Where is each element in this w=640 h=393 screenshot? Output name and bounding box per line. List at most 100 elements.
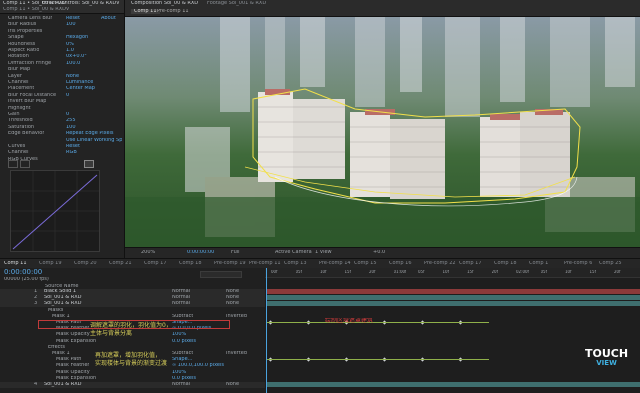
effect-property-value[interactable]: 255	[66, 118, 76, 123]
effect-property-row[interactable]: Layer None	[0, 74, 124, 80]
effect-property-value[interactable]: Use Linear Working Sp	[66, 138, 122, 143]
layer-mode[interactable]: Normal	[172, 301, 190, 306]
timeline-tab[interactable]: Comp 21	[109, 261, 132, 266]
timeline-timecode[interactable]: 0:00:00:00	[4, 269, 42, 276]
property-row[interactable]: Mask Expansion 0.0 pixels	[0, 339, 265, 345]
layer-name[interactable]: Masks	[48, 308, 63, 313]
timeline-tab[interactable]: Comp 15	[354, 261, 377, 266]
timeline-tab[interactable]: Comp 13	[284, 261, 307, 266]
effect-property-row[interactable]: Highlight	[0, 106, 124, 112]
layer-row[interactable]: 4 Sol_001 & RXD Normal None	[0, 382, 265, 388]
layer-name[interactable]: Mask Expansion	[56, 339, 96, 344]
layer-row[interactable]: 2 Sol_001 & RXD Normal None	[0, 295, 265, 302]
property-row[interactable]: Masks	[0, 308, 265, 314]
timeline-tab[interactable]: Comp 19	[39, 261, 62, 266]
curves-graph[interactable]	[10, 170, 100, 252]
timeline-tab[interactable]: Comp 1	[529, 261, 548, 266]
timeline-tab[interactable]: Comp 16	[389, 261, 412, 266]
effect-property-value[interactable]: Luminance	[66, 80, 93, 85]
timeline-tab[interactable]: Comp 11	[4, 261, 27, 266]
effect-property-value[interactable]: 100	[66, 22, 76, 27]
layer-mode[interactable]: 100%	[172, 370, 186, 375]
layer-mode[interactable]: 0.0 pixels	[172, 339, 196, 344]
layer-mode[interactable]: 100%	[172, 332, 186, 337]
layer-row[interactable]: 3 Sol_001 & RXD Normal None	[0, 301, 265, 308]
breadcrumb-comp[interactable]: Comp 11	[131, 9, 160, 14]
effect-property-row[interactable]: Iris Properties	[0, 29, 124, 35]
effect-property-row[interactable]: Blur Radius 100	[0, 22, 124, 28]
effect-property-row[interactable]: Edge Behavior Repeat Edge Pixels	[0, 131, 124, 137]
layer-parent[interactable]: Inverted	[226, 351, 247, 356]
effect-property-row[interactable]: Channel Luminance	[0, 80, 124, 86]
layer-name[interactable]: Mask Feather	[56, 363, 89, 368]
camera-dropdown[interactable]: Active Camera	[275, 250, 312, 255]
layer-parent[interactable]: None	[226, 295, 239, 300]
timeline-tab[interactable]: Pre-comp 6	[564, 261, 592, 266]
curve-preset-icon[interactable]	[84, 160, 94, 168]
exposure-value[interactable]: +0.0	[373, 250, 385, 255]
effect-property-value[interactable]: 0x+0.0°	[66, 54, 87, 59]
timeline-tab[interactable]: Comp 17	[459, 261, 482, 266]
layer-name[interactable]: Black Solid 1	[44, 289, 76, 294]
property-row[interactable]: Mask Opacity 100%	[0, 370, 265, 376]
property-row[interactable]: Mask 1 Subtract Inverted	[0, 314, 265, 320]
effect-property-row[interactable]: Blur Focal Distance 0	[0, 93, 124, 99]
timeline-tab[interactable]: Comp 20	[74, 261, 97, 266]
effect-property-value[interactable]: RGB	[66, 150, 77, 155]
effect-property-row[interactable]: Roundness 0%	[0, 42, 124, 48]
timeline-tab[interactable]: Comp 25	[599, 261, 622, 266]
effect-property-value[interactable]: 0	[66, 93, 69, 98]
timeline-tab[interactable]: Comp 18	[494, 261, 517, 266]
views-dropdown[interactable]: 1 View	[315, 250, 332, 255]
effect-property-value[interactable]: Repeat Edge Pixels	[66, 131, 114, 136]
effect-property-value[interactable]: 100.0	[66, 61, 80, 66]
effect-property-value[interactable]: None	[66, 74, 79, 79]
property-row[interactable]: Mask Expansion 0.0 pixels	[0, 376, 265, 382]
layer-mode[interactable]: Subtract	[172, 351, 193, 356]
effect-property-value[interactable]: 0%	[66, 42, 74, 47]
layer-duration-bar[interactable]	[267, 301, 640, 307]
layer-duration-bar[interactable]	[267, 289, 640, 294]
zoom-dropdown[interactable]: 200%	[141, 250, 155, 255]
effect-property-value[interactable]: Reset	[66, 16, 80, 21]
effect-property-row[interactable]: Gain 0	[0, 112, 124, 118]
effect-property-row[interactable]: Curves Reset	[0, 144, 124, 150]
layer-name[interactable]: Sol_001 & RXD	[44, 382, 82, 387]
effect-property-row[interactable]: Saturation 100	[0, 125, 124, 131]
layer-name[interactable]: Sol_001 & RXD	[44, 301, 82, 306]
effect-property-value[interactable]: Hexagon	[66, 35, 88, 40]
layer-name[interactable]: Mask Opacity	[56, 370, 90, 375]
effect-property-row[interactable]: Shape Hexagon	[0, 35, 124, 41]
time-ruler[interactable]: 00f 05f 10f 15f 20f 01:00f 05f 10f 15f 20f 02:00f 0…	[265, 268, 640, 278]
tab-effect-controls[interactable]: Effect Controls: Sol_00 & RXDV	[42, 1, 120, 6]
layer-mode[interactable]: Subtract	[172, 314, 193, 319]
layer-name[interactable]: Mask Opacity	[56, 332, 90, 337]
timeline-tab[interactable]: Pre-comp 14	[319, 261, 351, 266]
effect-property-value[interactable]: Reset	[66, 144, 80, 149]
layer-mode[interactable]: Normal	[172, 295, 190, 300]
effect-property-row[interactable]: Threshold 255	[0, 118, 124, 124]
about-link[interactable]: About	[101, 16, 116, 21]
tab-footage[interactable]: Footage Sol_001 & RXD	[207, 1, 266, 6]
effect-property-row[interactable]: Use Linear Working Sp	[0, 138, 124, 144]
effect-property-row[interactable]: Invert Blur Map	[0, 99, 124, 105]
layer-name[interactable]: Mask 1	[52, 314, 70, 319]
timeline-tab[interactable]: Pre-comp 22	[424, 261, 456, 266]
pencil-tool-icon[interactable]	[20, 160, 30, 168]
effect-property-row[interactable]: Channel RGB	[0, 150, 124, 156]
resolution-dropdown[interactable]: Full	[231, 250, 240, 255]
effect-property-row[interactable]: Blur Map	[0, 67, 124, 73]
effect-property-value[interactable]: Center Map	[66, 86, 95, 91]
timeline-tab[interactable]: Comp 17	[144, 261, 167, 266]
effect-property-value[interactable]: 0	[66, 112, 69, 117]
layer-duration-bar[interactable]	[267, 295, 640, 301]
effect-property-row[interactable]: Placement Center Map	[0, 86, 124, 92]
tab-composition[interactable]: Composition Sol_00 & RXD	[131, 1, 198, 6]
effect-property-row[interactable]: RGB Curves	[0, 157, 124, 163]
effect-property-row[interactable]: Diffraction Fringe 100.0	[0, 61, 124, 67]
layer-duration-bar[interactable]	[267, 382, 640, 387]
layer-mode[interactable]: ∞ 100.0,100.0 pixels	[172, 363, 224, 368]
breadcrumb-precomp[interactable]: Pre-comp 11	[157, 9, 189, 14]
curve-tool-icon[interactable]	[8, 160, 18, 168]
layer-name[interactable]: Mask Path	[56, 357, 81, 362]
